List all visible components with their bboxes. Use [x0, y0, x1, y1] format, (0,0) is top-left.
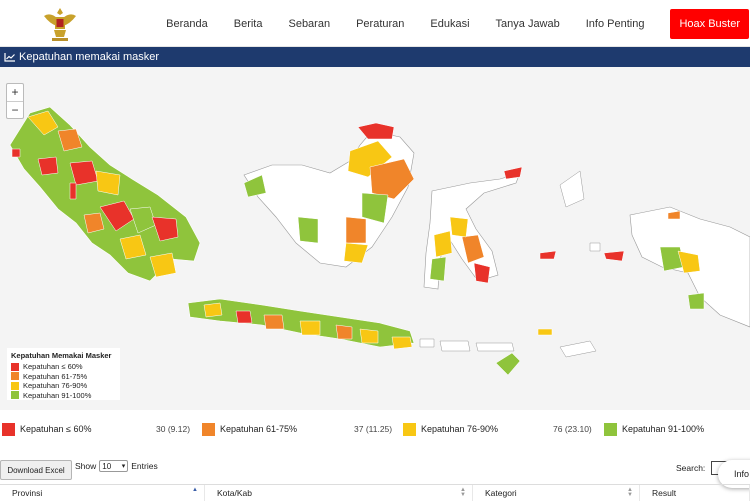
summary-swatch [202, 422, 215, 436]
map-legend-item: Kepatuhan ≤ 60% [11, 362, 116, 372]
column-header-provinsi[interactable]: Provinsi ▲ [0, 485, 205, 501]
nav-info-penting[interactable]: Info Penting [586, 18, 645, 30]
region-sumatra[interactable] [9, 106, 201, 282]
summary-label: Kepatuhan ≤ 60% [20, 424, 92, 434]
legend-label: Kepatuhan ≤ 60% [23, 362, 83, 372]
chevron-down-icon: ▾ [121, 463, 126, 470]
hoax-buster-button[interactable]: Hoax Buster [670, 8, 749, 39]
top-navigation: Beranda Berita Sebaran Peraturan Edukasi… [0, 0, 750, 47]
map-legend: Kepatuhan Memakai Masker Kepatuhan ≤ 60%… [7, 348, 120, 400]
legend-label: Kepatuhan 61-75% [23, 371, 88, 381]
legend-swatch [11, 391, 19, 400]
column-header-kota-kab[interactable]: Kota/Kab ▲ ▼ [205, 485, 473, 501]
column-header-kategori[interactable]: Kategori ▲ ▼ [473, 485, 640, 501]
region-sulawesi[interactable] [423, 166, 523, 290]
section-header: Kepatuhan memakai masker [0, 47, 750, 67]
legend-label: Kepatuhan 91-100% [23, 390, 92, 400]
map-legend-item: Kepatuhan 61-75% [11, 372, 116, 382]
sort-icon: ▲ ▼ [627, 487, 633, 498]
sort-icon: ▲ ▼ [460, 487, 466, 498]
indonesia-map[interactable]: + − Kepatuhan Memakai Masker Kepatuhan ≤… [0, 67, 750, 410]
legend-swatch [11, 362, 19, 371]
nav-berita[interactable]: Berita [234, 18, 263, 30]
zoom-out-button[interactable]: − [7, 101, 23, 118]
nav-edukasi[interactable]: Edukasi [430, 18, 469, 30]
summary-count: 76 (23.10) [553, 424, 592, 434]
region-nusa-tenggara[interactable] [419, 328, 597, 376]
summary-count: 30 (9.12) [156, 424, 191, 434]
garuda-logo[interactable] [40, 4, 80, 44]
download-excel-button[interactable]: Download Excel [0, 460, 72, 480]
region-kalimantan[interactable] [243, 122, 415, 268]
summary-item-yellow: Kepatuhan 76-90% [403, 420, 498, 438]
column-header-result[interactable]: Result [640, 485, 750, 501]
entries-label: Entries [131, 461, 158, 471]
map-legend-item: Kepatuhan 91-100% [11, 391, 116, 401]
section-title: Kepatuhan memakai masker [19, 51, 160, 63]
zoom-in-button[interactable]: + [7, 84, 23, 101]
legend-label: Kepatuhan 76-90% [23, 381, 88, 391]
search-label: Search: [676, 463, 706, 473]
page-size-select[interactable]: 10 ▾ [99, 460, 129, 472]
region-papua[interactable] [629, 206, 750, 328]
nav-tanya-jawab[interactable]: Tanya Jawab [496, 18, 560, 30]
page-size-control: Show 10 ▾ Entries [75, 460, 158, 472]
page-size-value: 10 [102, 461, 112, 471]
legend-swatch [11, 372, 19, 381]
summary-swatch [403, 422, 416, 436]
sort-asc-icon: ▲ [192, 487, 198, 493]
column-label: Kategori [485, 488, 517, 498]
nav-sebaran[interactable]: Sebaran [288, 18, 330, 30]
summary-item-orange: Kepatuhan 61-75% [202, 420, 297, 438]
summary-label: Kepatuhan 91-100% [622, 424, 705, 434]
summary-item-red: Kepatuhan ≤ 60% [2, 420, 92, 438]
nav-peraturan[interactable]: Peraturan [356, 18, 404, 30]
summary-label: Kepatuhan 61-75% [220, 424, 298, 434]
map-legend-title: Kepatuhan Memakai Masker [11, 351, 112, 360]
table-header: Provinsi ▲ Kota/Kab ▲ ▼ Kategori ▲ ▼ Resul… [0, 484, 750, 501]
region-nias[interactable] [69, 182, 77, 200]
chart-line-icon [4, 53, 15, 62]
map-legend-item: Kepatuhan 76-90% [11, 381, 116, 391]
legend-swatch [11, 381, 19, 390]
summary-count: 37 (11.25) [354, 424, 393, 434]
summary-swatch [604, 422, 617, 436]
compliance-summary: Kepatuhan ≤ 60% 30 (9.12) Kepatuhan 61-7… [0, 420, 750, 438]
nav-beranda[interactable]: Beranda [166, 18, 208, 30]
summary-swatch [2, 422, 15, 436]
zoom-control: + − [6, 83, 24, 119]
column-label: Provinsi [12, 488, 43, 498]
region-maluku[interactable] [539, 170, 625, 262]
column-label: Kota/Kab [217, 488, 252, 498]
summary-item-green: Kepatuhan 91-100% [604, 420, 704, 438]
show-label: Show [75, 461, 97, 471]
region-simeulue[interactable] [11, 148, 21, 158]
region-java[interactable] [187, 298, 415, 350]
summary-label: Kepatuhan 76-90% [421, 424, 499, 434]
column-label: Result [652, 488, 677, 498]
